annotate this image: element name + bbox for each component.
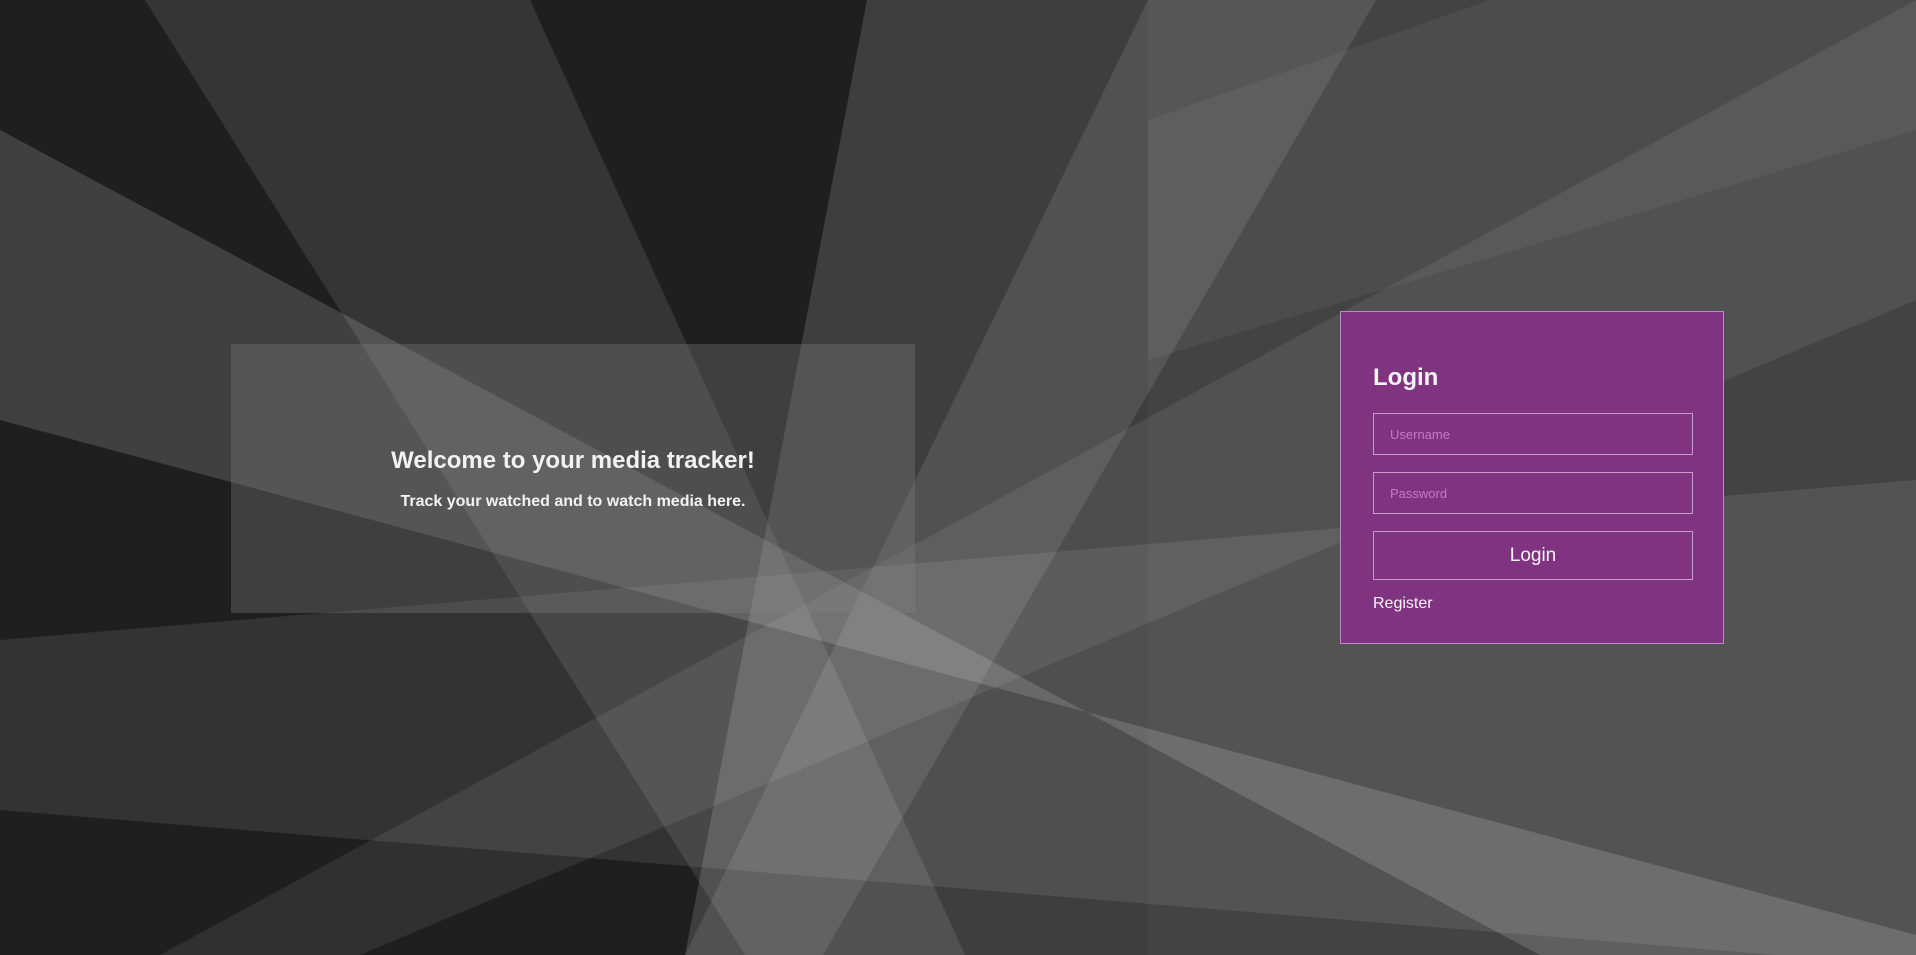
password-input[interactable] [1373,472,1693,514]
username-input[interactable] [1373,413,1693,455]
login-title: Login [1373,364,1439,391]
register-link[interactable]: Register [1373,595,1433,613]
login-button[interactable]: Login [1373,531,1693,580]
welcome-subtitle: Track your watched and to watch media he… [400,492,746,510]
login-card: Login Login Register [1340,311,1724,644]
welcome-title: Welcome to your media tracker! [391,446,755,474]
welcome-panel: Welcome to your media tracker! Track you… [231,344,915,613]
